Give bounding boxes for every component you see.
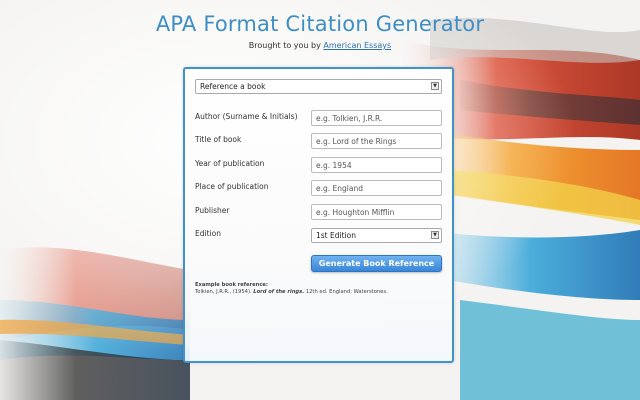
author-placeholder: e.g. Tolkien, J.R.R. xyxy=(316,114,383,123)
dropdown-arrow-icon: ▼ xyxy=(431,82,439,90)
year-input[interactable]: e.g. 1954 xyxy=(311,157,442,173)
edition-label: Edition xyxy=(195,229,221,238)
place-input[interactable]: e.g. England xyxy=(311,180,442,196)
example-heading: Example book reference: xyxy=(195,282,268,288)
example-text: Tolkien, J.R.R., (1954). Lord of the rin… xyxy=(195,289,388,296)
title-input[interactable]: e.g. Lord of the Rings xyxy=(311,133,442,149)
reference-type-select[interactable]: Reference a book ▼ xyxy=(195,79,442,94)
example-reference: Example book reference: Tolkien, J.R.R.,… xyxy=(195,282,388,296)
publisher-input[interactable]: e.g. Houghton Mifflin xyxy=(311,204,442,220)
tagline-prefix: Brought to you by xyxy=(248,41,321,50)
year-placeholder: e.g. 1954 xyxy=(316,161,352,170)
example-title: Lord of the rings. xyxy=(253,289,305,295)
page-title: APA Format Citation Generator xyxy=(155,12,485,36)
place-placeholder: e.g. England xyxy=(316,184,363,193)
generate-reference-button[interactable]: Generate Book Reference xyxy=(311,255,442,272)
publisher-label: Publisher xyxy=(195,206,230,215)
title-placeholder: e.g. Lord of the Rings xyxy=(316,137,397,146)
page-header: APA Format Citation Generator Brought to… xyxy=(0,12,640,50)
reference-type-value: Reference a book xyxy=(200,82,266,91)
edition-select[interactable]: 1st Edition ▼ xyxy=(311,228,442,243)
dropdown-arrow-icon: ▼ xyxy=(431,231,439,239)
american-essays-link[interactable]: American Essays xyxy=(323,41,391,50)
title-label: Title of book xyxy=(195,135,242,144)
author-input[interactable]: e.g. Tolkien, J.R.R. xyxy=(311,110,442,126)
example-suffix: 12th ed. England: Waterstones. xyxy=(305,289,388,295)
tagline: Brought to you by American Essays xyxy=(0,41,640,50)
place-label: Place of publication xyxy=(195,182,269,191)
publisher-placeholder: e.g. Houghton Mifflin xyxy=(316,208,395,217)
year-label: Year of publication xyxy=(195,159,265,168)
author-label: Author (Surname & Initials) xyxy=(195,112,298,121)
edition-value: 1st Edition xyxy=(316,231,356,240)
citation-form-panel: Reference a book ▼ Author (Surname & Ini… xyxy=(183,67,454,363)
example-prefix: Tolkien, J.R.R., (1954). xyxy=(195,289,252,295)
